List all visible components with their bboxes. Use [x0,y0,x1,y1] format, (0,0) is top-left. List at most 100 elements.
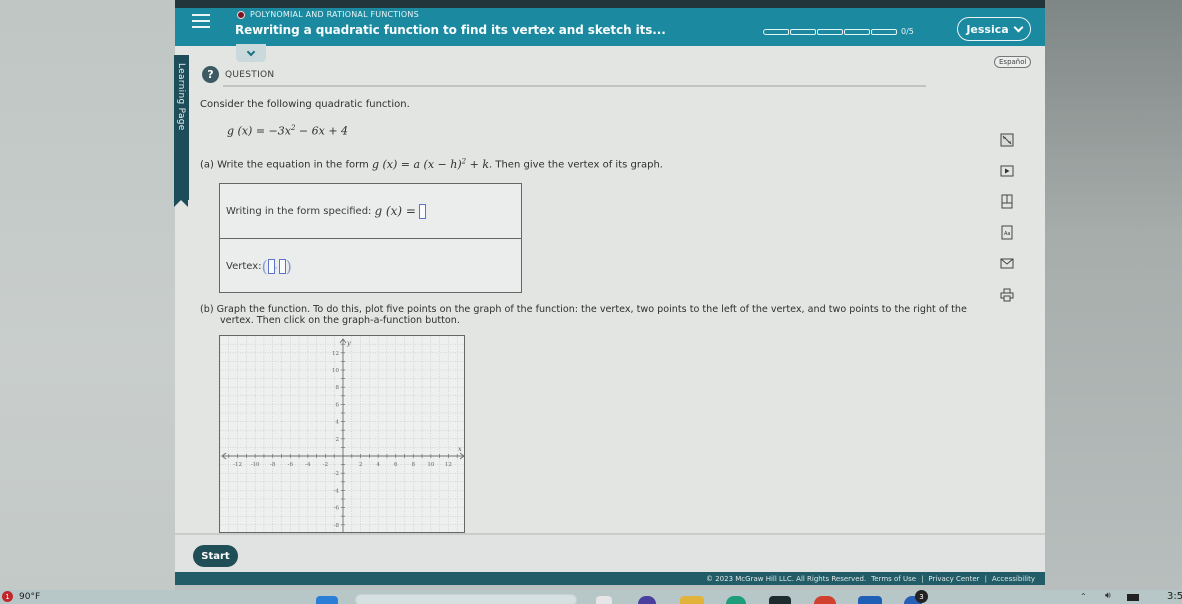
edge-icon[interactable] [726,596,746,604]
learning-page-label: Learning Page [176,63,186,131]
copyright-text: © 2023 McGraw Hill LLC. All Rights Reser… [706,574,867,583]
progress-segment [763,28,789,35]
outlook-icon[interactable] [858,596,882,604]
volume-icon[interactable]: 🔊︎ [1105,591,1111,601]
question-intro: Consider the following quadratic functio… [200,99,410,110]
y-tick-label: 8 [336,385,340,391]
svg-text:Aa: Aa [1004,231,1010,237]
x-axis-label: x [458,445,462,453]
calculator-icon [1000,133,1014,146]
x-tick-label: 8 [412,462,416,468]
chrome-icon[interactable] [814,596,836,604]
app-icon[interactable] [769,596,791,604]
x-tick-label: -2 [323,462,328,468]
user-menu-button[interactable]: Jessica [957,17,1031,41]
terms-of-use-link[interactable]: Terms of Use [871,575,916,583]
message-button[interactable] [999,256,1015,271]
accessibility-link[interactable]: Accessibility [992,575,1035,583]
coordinate-grid[interactable]: -12 -10 -8 -6 -4 -2 2 4 6 8 10 12 12 10 8 6 4 2 -2 -4 -6 -8 x y [220,336,465,533]
hamburger-menu-icon[interactable] [192,14,210,28]
print-icon [1000,288,1014,301]
message-icon [1000,258,1014,269]
topic-dot-icon [237,10,245,19]
divider [223,85,926,87]
progress-segment [790,28,816,35]
collapse-header-button[interactable] [236,44,266,62]
y-tick-label: -6 [334,506,340,512]
vertex-y-input[interactable] [278,258,286,274]
taskbar-clock[interactable]: 3:5 [1167,591,1182,602]
start-button[interactable]: Start [193,545,238,567]
question-label: QUESTION [225,69,275,80]
x-tick-label: 12 [445,462,452,468]
notification-badge: 3 [915,590,928,603]
calculator-button[interactable] [999,132,1015,147]
topic-label: POLYNOMIAL AND RATIONAL FUNCTIONS [250,10,419,19]
textbook-button[interactable] [999,194,1015,209]
function-expression: g (x) = −3x2 − 6x + 4 [227,124,349,138]
topic-breadcrumb: POLYNOMIAL AND RATIONAL FUNCTIONS [237,10,419,19]
tray-chevron-up-icon[interactable]: ⌃ [1080,592,1087,601]
privacy-center-link[interactable]: Privacy Center [928,575,979,583]
graphing-area[interactable]: -12 -10 -8 -6 -4 -2 2 4 6 8 10 12 12 10 8 6 4 2 -2 -4 -6 -8 x y [219,335,465,533]
chevron-down-icon [1013,22,1024,32]
dictionary-icon: Aa [1001,225,1013,240]
x-tick-label: -12 [233,462,242,468]
windows-start-icon[interactable] [316,596,338,604]
y-tick-label: 6 [336,402,340,408]
y-tick-label: -8 [334,523,340,529]
task-view-icon[interactable] [596,596,612,604]
progress-segment [817,28,843,35]
y-tick-label: -4 [334,488,340,494]
vertex-row: Vertex: (,) [226,256,292,276]
teams-icon[interactable] [638,596,656,604]
vertex-form-row: Writing in the form specified: g (x) = [220,184,521,239]
x-tick-label: -8 [270,462,276,468]
aleks-app-window: POLYNOMIAL AND RATIONAL FUNCTIONS Rewrit… [174,0,1045,585]
y-tick-label: 2 [336,437,340,443]
file-explorer-icon[interactable] [680,596,704,604]
taskbar-search[interactable] [355,594,577,604]
video-icon [1000,165,1014,176]
answer-box: Writing in the form specified: g (x) = V… [219,183,522,293]
y-tick-label: 10 [332,368,339,374]
textbook-icon [1001,194,1013,209]
progress-segment [871,28,897,35]
desktop-background-right [1044,0,1182,590]
learning-page-tab[interactable]: Learning Page [174,55,189,207]
windows-taskbar: 1 90°F 3 ⌃ 🔊︎ 3:5 [0,590,1182,604]
part-b-instructions: (b) Graph the function. To do this, plot… [200,304,967,326]
x-tick-label: -4 [305,462,311,468]
question-mark-icon: ? [202,66,219,83]
desktop-background-left [0,0,175,590]
bottom-bar: Start [175,533,1045,573]
vertex-label: Vertex: [226,260,262,272]
weather-alert-badge[interactable]: 1 [2,591,13,602]
footer: © 2023 McGraw Hill LLC. All Rights Reser… [175,572,1045,585]
page-title: Rewriting a quadratic function to find i… [235,23,666,37]
chevron-down-icon [246,47,256,56]
y-axis-label: y [346,339,351,347]
top-bar: POLYNOMIAL AND RATIONAL FUNCTIONS Rewrit… [175,8,1045,46]
x-tick-label: 10 [427,462,434,468]
question-header: ? QUESTION [202,66,274,83]
print-button[interactable] [999,287,1015,302]
x-tick-label: 4 [376,462,380,468]
progress-count: 0/5 [901,27,914,36]
x-tick-label: -6 [288,462,294,468]
vertex-x-input[interactable] [267,258,275,274]
dictionary-button[interactable]: Aa [999,225,1015,240]
weather-temperature[interactable]: 90°F [19,592,40,602]
y-tick-label: 12 [332,351,339,357]
x-tick-label: 6 [394,462,398,468]
progress-bar: 0/5 [763,27,914,36]
vertex-form-label: Writing in the form specified: [226,205,372,217]
video-button[interactable] [999,163,1015,178]
battery-icon[interactable] [1127,594,1139,601]
vertex-form-input[interactable] [418,203,426,219]
user-name: Jessica [966,22,1009,36]
espanol-button[interactable]: Español [994,56,1032,68]
y-tick-label: 4 [336,420,340,426]
tools-sidebar: Aa [999,132,1015,302]
progress-segment [844,28,870,35]
